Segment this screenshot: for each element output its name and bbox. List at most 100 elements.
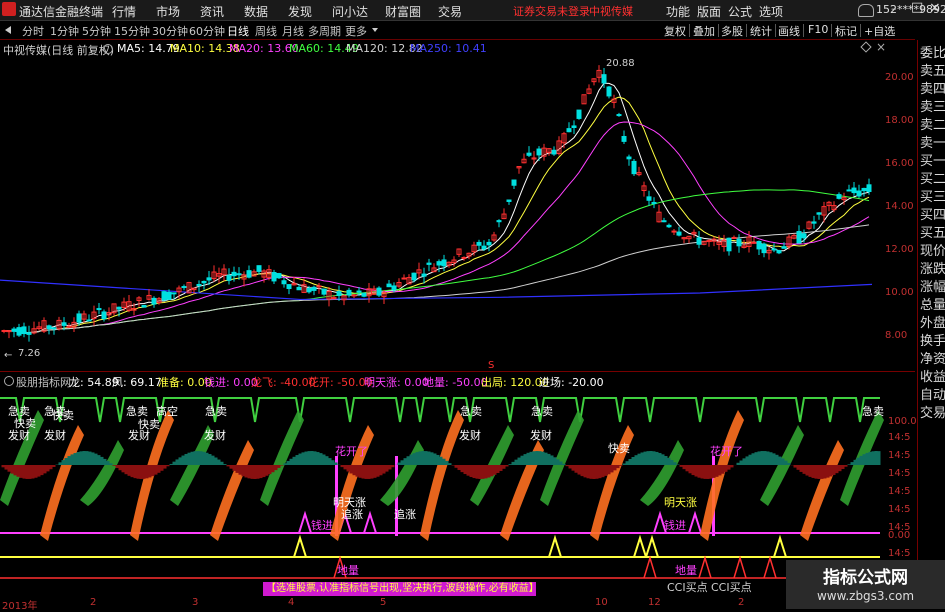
period-fenshi[interactable]: 分时 — [22, 23, 44, 39]
candle-body — [616, 114, 622, 117]
period-5min[interactable]: 5分钟 — [82, 23, 111, 39]
candle-body — [811, 221, 817, 224]
auto-trade-button[interactable]: 交易 — [920, 406, 945, 422]
menu-gongshi[interactable]: 公式 — [728, 3, 752, 20]
signal-label: 急卖 — [205, 405, 227, 418]
close-button[interactable]: × — [929, 0, 941, 16]
candle-body — [551, 149, 557, 155]
candle-body — [461, 256, 467, 259]
candle-body — [631, 160, 637, 175]
period-15min[interactable]: 15分钟 — [114, 23, 150, 39]
candle-body — [311, 286, 317, 291]
signal-label: 花开了 — [710, 445, 743, 458]
money-signal — [363, 510, 377, 534]
diejia-button[interactable]: 叠加 — [693, 23, 715, 39]
ready-signal — [293, 534, 307, 558]
split-marker: S — [488, 360, 495, 371]
candle-body — [141, 304, 147, 308]
ind-tick: 14:5 — [888, 450, 911, 461]
maximize-button[interactable]: □ — [911, 0, 923, 15]
period-60min[interactable]: 60分钟 — [189, 23, 225, 39]
menu-shuju[interactable]: 数据 — [244, 3, 268, 20]
period-weekly[interactable]: 周线 — [255, 23, 277, 39]
candle-body — [96, 308, 102, 311]
indicator-chart[interactable] — [0, 390, 885, 596]
slogan-banner: 【选准股票,认准指标信号出现,坚决执行,波段操作,必有收益】 — [263, 582, 539, 596]
quote-label: 卖三 — [920, 100, 945, 115]
menu-banmian[interactable]: 版面 — [697, 3, 721, 20]
candle-body — [296, 286, 302, 291]
chevron-down-icon[interactable] — [372, 28, 378, 32]
menu-zixun[interactable]: 资讯 — [200, 3, 224, 20]
close-chart-icon[interactable]: × — [876, 40, 886, 54]
candle-body — [756, 240, 762, 250]
fuquan-button[interactable]: 复权 — [664, 23, 686, 39]
candle-body — [781, 246, 787, 249]
diamond-icon[interactable] — [860, 41, 872, 53]
app-logo-icon — [2, 2, 16, 16]
candle-body — [776, 250, 782, 254]
login-warning[interactable]: 证券交易未登录 — [513, 3, 590, 19]
quote-label: 总量 — [920, 298, 945, 313]
candle-body — [576, 109, 582, 119]
divider — [689, 24, 690, 37]
f10-button[interactable]: F10 — [808, 23, 828, 36]
menu-hangqing[interactable]: 行情 — [112, 3, 136, 20]
auto-trade-button[interactable]: 自动 — [920, 388, 945, 404]
indicator-name[interactable]: 股朋指标网 — [16, 374, 71, 390]
signal-label: 急卖 — [531, 405, 553, 418]
prev-arrow-icon[interactable] — [5, 26, 11, 34]
longfei-signal — [643, 555, 657, 579]
candle-body — [426, 262, 432, 265]
candle-body — [231, 271, 237, 277]
tongji-button[interactable]: 统计 — [750, 23, 772, 39]
user-icon[interactable] — [858, 4, 874, 17]
ma250-label: MA250: 10.41 — [410, 42, 487, 55]
biaoji-button[interactable]: 标记 — [835, 23, 857, 39]
candle-body — [836, 194, 842, 199]
candle-body — [86, 319, 92, 322]
period-30min[interactable]: 30分钟 — [152, 23, 188, 39]
ind-tick: 14:5 — [888, 432, 911, 443]
menu-gongneng[interactable]: 功能 — [666, 3, 690, 20]
money-signal — [688, 510, 702, 534]
candle-body — [816, 212, 822, 215]
ind-tick: 14:5 — [888, 548, 911, 559]
period-more[interactable]: 更多 — [345, 23, 367, 39]
period-multi[interactable]: 多周期 — [308, 23, 341, 39]
duogu-button[interactable]: 多股 — [721, 23, 743, 39]
menu-shichang[interactable]: 市场 — [156, 3, 180, 20]
huaxian-button[interactable]: 画线 — [778, 23, 800, 39]
period-monthly[interactable]: 月线 — [282, 23, 304, 39]
x-tick: 3 — [192, 597, 199, 608]
add-favorite-button[interactable]: +自选 — [864, 23, 895, 39]
menu-xuanxiang[interactable]: 选项 — [759, 3, 783, 20]
price-tick: 20.00 — [885, 72, 914, 83]
indicator-settings-icon[interactable] — [4, 376, 14, 386]
candle-body — [6, 330, 12, 333]
price-tick: 14.00 — [885, 201, 914, 212]
menu-jiaoyi[interactable]: 交易 — [438, 3, 462, 20]
ind-tick: 100.0 — [888, 416, 917, 427]
x-tick: 10 — [595, 597, 608, 608]
quote-label: 收益 — [920, 370, 945, 385]
period-1min[interactable]: 1分钟 — [50, 23, 79, 39]
price-chart[interactable] — [0, 56, 885, 372]
watermark-url: www.zbgs3.com — [816, 589, 915, 603]
signal-label: 快卖 — [14, 417, 36, 430]
low-arrow-icon: ← — [4, 350, 13, 361]
minimize-button[interactable]: – — [891, 2, 897, 15]
period-daily[interactable]: 日线 — [227, 23, 249, 39]
candle-body — [621, 135, 627, 142]
ma-lines — [0, 82, 873, 334]
menu-caifuquan[interactable]: 财富圈 — [385, 3, 421, 20]
candle-body — [281, 280, 287, 285]
menu-wenxiaoda[interactable]: 问小达 — [332, 3, 368, 20]
signal-label: 高空 — [156, 405, 178, 418]
candle-body — [511, 179, 517, 186]
ind-tick: 14:5 — [888, 486, 911, 497]
quote-label: 卖一 — [920, 136, 945, 151]
settings-icon[interactable] — [103, 44, 113, 54]
signal-label: 发财 — [530, 429, 552, 442]
menu-faxian[interactable]: 发现 — [288, 3, 312, 20]
